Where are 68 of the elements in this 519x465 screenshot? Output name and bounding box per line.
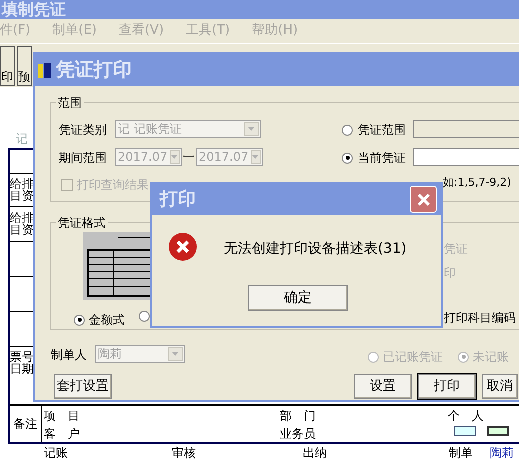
group-label: 凭证格式	[56, 214, 108, 232]
radio-button[interactable]	[342, 152, 353, 164]
option-label: 凭证	[444, 241, 468, 258]
menu-item[interactable]: 制单(E)	[52, 21, 97, 41]
radio-label: 当前凭证	[358, 150, 406, 167]
table-cell-text: 给排	[10, 212, 35, 224]
dialog-title: 凭证打印	[56, 58, 132, 83]
radio-label: 已记账凭证	[383, 349, 443, 366]
table-cell-text: 票号	[10, 351, 35, 363]
error-icon	[168, 232, 198, 262]
dialog-button[interactable]: 设置	[354, 374, 412, 399]
footer-label: 出纳	[303, 445, 327, 462]
window-title: 填制凭证	[2, 0, 66, 18]
voucher-type-mark: 记	[16, 131, 28, 148]
maker-dropdown[interactable]: 陶莉	[95, 345, 185, 363]
dialog-button[interactable]: 打印	[418, 374, 476, 399]
id-card-icon	[487, 426, 509, 436]
field-label: 客 户	[44, 426, 80, 443]
radio-button[interactable]	[342, 124, 353, 136]
dialog-button[interactable]: 套打设置	[54, 374, 112, 399]
footer-label: 制单	[449, 445, 473, 462]
checkbox-label: 打印查询结果	[77, 177, 149, 194]
close-button[interactable]	[410, 186, 437, 213]
menu-item[interactable]: 工具(T)	[186, 21, 230, 41]
range-input-field[interactable]	[413, 120, 519, 138]
menu-item[interactable]: 查看(V)	[118, 21, 164, 41]
field-label: 个 人	[448, 408, 484, 425]
dialog-button[interactable]: 取消	[482, 374, 518, 399]
radio-label: 金额式	[89, 312, 125, 329]
menu-item[interactable]: 件(F)	[0, 21, 31, 41]
table-cell-text: 日期	[10, 363, 35, 375]
books-icon	[37, 61, 53, 79]
toolbar-button[interactable]: 印	[0, 46, 15, 86]
group-label: 范围	[56, 94, 84, 112]
field-label: 期间范围	[59, 150, 107, 167]
field-label: 制单人	[51, 347, 87, 364]
option-label: 打印科目编码	[444, 310, 516, 327]
table-cell-text: 给排	[10, 178, 35, 190]
error-message: 无法创建打印设备描述表(31)	[224, 240, 407, 259]
toolbar-button[interactable]: 预	[17, 46, 32, 86]
field-label: 项 目	[44, 408, 80, 425]
radio-label: 未记账	[473, 349, 509, 366]
category-dropdown[interactable]: 记 记账凭证	[115, 120, 261, 138]
field-label: 部 门	[280, 408, 316, 425]
ok-button[interactable]: 确定	[248, 285, 348, 311]
menu-item[interactable]: 帮助(H)	[252, 21, 298, 41]
table-cell-text: 目资	[10, 224, 35, 236]
table-cell-text: 目资	[10, 190, 35, 202]
radio-button[interactable]	[458, 352, 469, 362]
separator-text: 一	[183, 149, 195, 166]
period-dropdown[interactable]: 2017.07	[115, 148, 182, 166]
period-dropdown[interactable]: 2017.07	[196, 148, 263, 166]
footer-label: 记账	[44, 445, 68, 462]
field-label: 凭证类别	[59, 122, 107, 139]
dialog-title: 打印	[160, 188, 196, 212]
field-label: 业务员	[280, 426, 316, 443]
radio-button[interactable]	[368, 352, 379, 362]
radio-button[interactable]	[74, 314, 85, 326]
contact-card-icon	[454, 426, 476, 436]
table-cell: 备注	[10, 406, 42, 442]
radio-button[interactable]	[139, 311, 150, 322]
footer-label: 陶莉	[490, 445, 514, 462]
current-voucher-field[interactable]	[413, 148, 519, 166]
option-label: 印	[444, 265, 456, 282]
footer-label: 审核	[172, 445, 196, 462]
radio-label: 凭证范围	[358, 122, 406, 139]
range-hint: 如:1,5,7-9,2)	[443, 175, 512, 191]
close-icon	[416, 192, 430, 206]
